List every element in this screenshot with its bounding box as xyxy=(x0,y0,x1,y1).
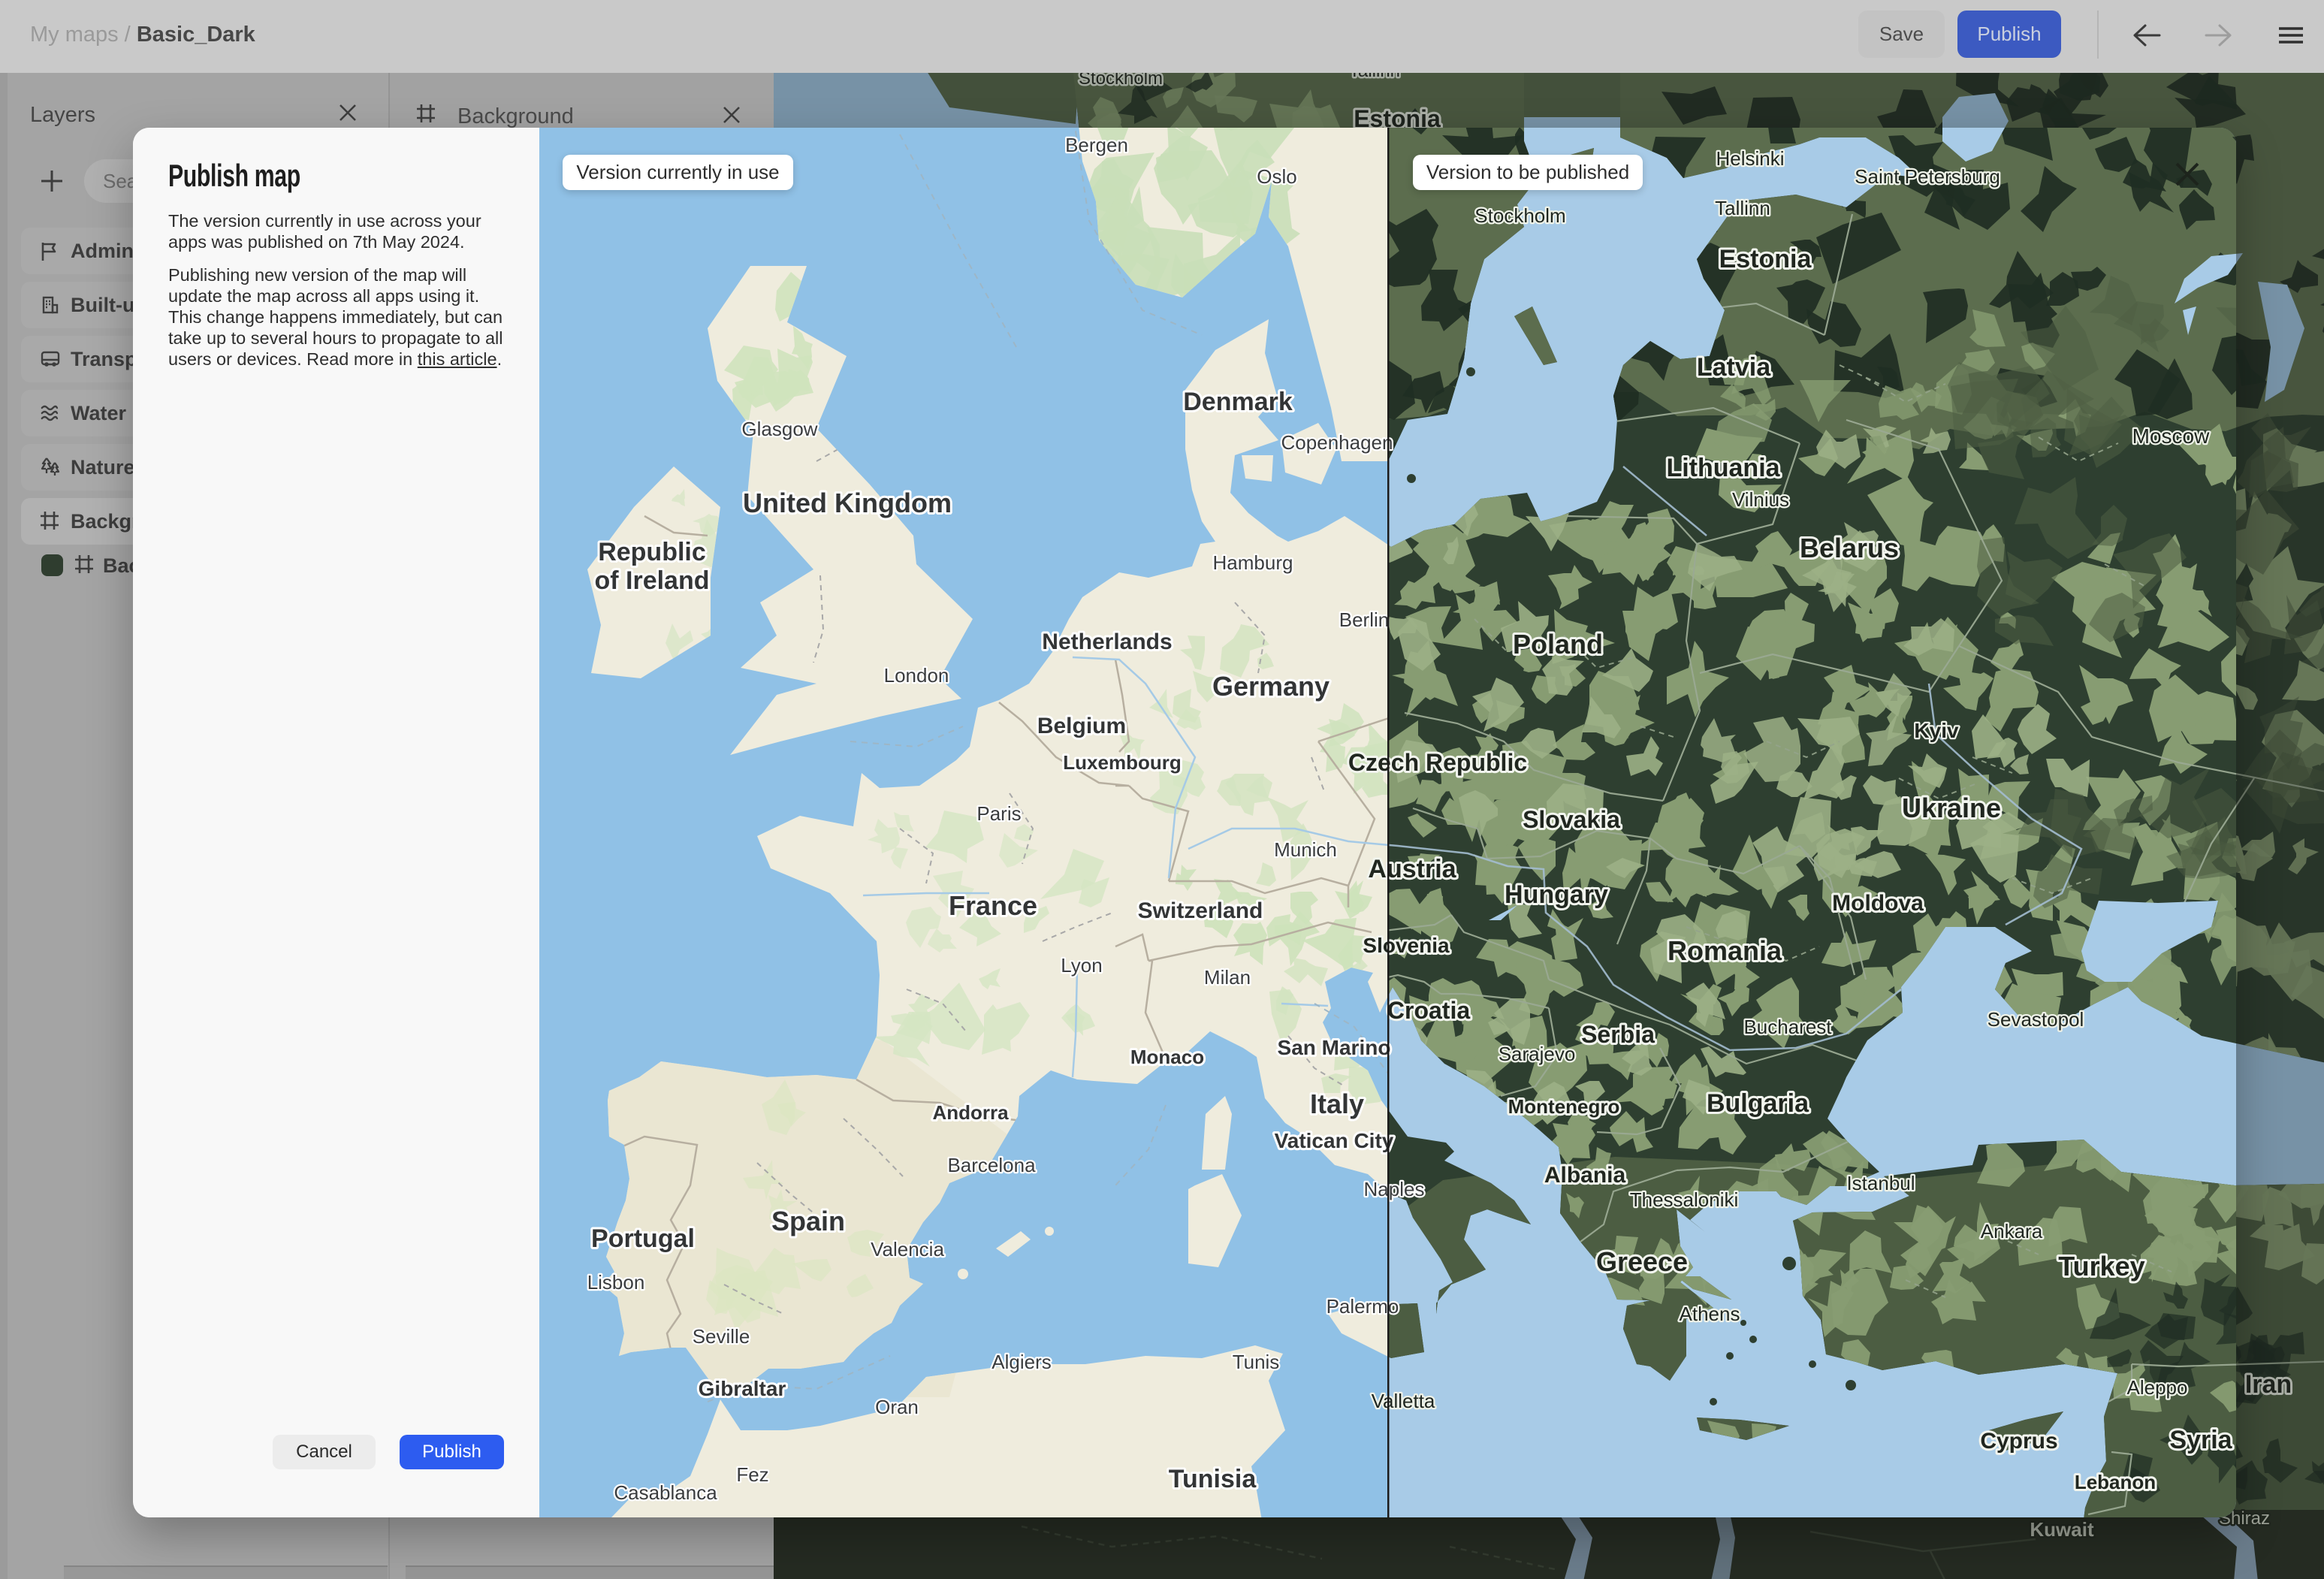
svg-text:Latvia: Latvia xyxy=(1697,353,1771,382)
svg-text:Spain: Spain xyxy=(771,1206,845,1236)
svg-text:Andorra: Andorra xyxy=(932,1101,1009,1124)
svg-text:Ukraine: Ukraine xyxy=(1902,793,2001,823)
svg-text:Gibraltar: Gibraltar xyxy=(699,1377,786,1400)
svg-text:Tunis: Tunis xyxy=(1233,1351,1280,1373)
svg-text:France: France xyxy=(949,890,1037,921)
svg-text:Ankara: Ankara xyxy=(1981,1220,2043,1242)
svg-text:Barcelona: Barcelona xyxy=(947,1154,1036,1176)
svg-text:Stockholm: Stockholm xyxy=(1474,204,1565,227)
svg-text:Portugal: Portugal xyxy=(591,1224,695,1253)
svg-text:Tallinn: Tallinn xyxy=(1715,197,1770,219)
svg-text:Vatican City: Vatican City xyxy=(1275,1129,1394,1152)
svg-text:London: London xyxy=(884,664,949,687)
svg-text:Aleppo: Aleppo xyxy=(2127,1376,2188,1399)
svg-text:Milan: Milan xyxy=(1204,966,1251,989)
svg-text:Moscow: Moscow xyxy=(2132,424,2210,448)
svg-text:Copenhagen: Copenhagen xyxy=(1281,431,1393,454)
svg-text:Kyiv: Kyiv xyxy=(1914,719,1959,742)
svg-text:Sarajevo: Sarajevo xyxy=(1499,1043,1576,1065)
svg-text:Cyprus: Cyprus xyxy=(1980,1429,2057,1454)
svg-text:Seville: Seville xyxy=(693,1325,750,1348)
svg-text:Austria: Austria xyxy=(1368,855,1456,883)
svg-text:Republic: Republic xyxy=(598,538,706,566)
svg-text:Romania: Romania xyxy=(1668,935,1782,966)
svg-text:Netherlands: Netherlands xyxy=(1042,629,1172,654)
svg-text:Bulgaria: Bulgaria xyxy=(1707,1089,1809,1118)
svg-text:Syria: Syria xyxy=(2169,1426,2232,1454)
svg-text:Fez: Fez xyxy=(736,1463,768,1486)
svg-text:Lisbon: Lisbon xyxy=(587,1271,645,1294)
svg-text:Vilnius: Vilnius xyxy=(1732,488,1789,511)
svg-text:Paris: Paris xyxy=(976,802,1021,825)
svg-text:Denmark: Denmark xyxy=(1183,388,1293,416)
svg-text:Estonia: Estonia xyxy=(1719,245,1812,273)
svg-text:Bergen: Bergen xyxy=(1065,134,1128,156)
svg-text:Belarus: Belarus xyxy=(1800,533,1899,563)
svg-text:Saint Petersburg: Saint Petersburg xyxy=(1855,165,2000,188)
svg-text:Oran: Oran xyxy=(875,1396,919,1418)
svg-text:Athens: Athens xyxy=(1680,1303,1740,1325)
svg-text:Serbia: Serbia xyxy=(1581,1021,1655,1048)
svg-text:San Marino: San Marino xyxy=(1278,1036,1391,1059)
svg-text:Belgium: Belgium xyxy=(1037,714,1126,738)
svg-text:Casablanca: Casablanca xyxy=(614,1481,717,1504)
svg-text:Hamburg: Hamburg xyxy=(1213,551,1293,574)
svg-text:Slovakia: Slovakia xyxy=(1523,806,1620,833)
svg-text:Poland: Poland xyxy=(1513,629,1603,660)
svg-text:Switzerland: Switzerland xyxy=(1138,898,1263,923)
svg-text:Croatia: Croatia xyxy=(1387,997,1470,1024)
svg-text:Sevastopol: Sevastopol xyxy=(1987,1008,2084,1031)
svg-text:Munich: Munich xyxy=(1274,838,1337,861)
svg-text:Lithuania: Lithuania xyxy=(1666,454,1780,482)
svg-text:Lyon: Lyon xyxy=(1061,954,1102,977)
svg-text:Tunisia: Tunisia xyxy=(1169,1465,1257,1493)
svg-text:Naples: Naples xyxy=(1364,1178,1425,1200)
svg-text:Monaco: Monaco xyxy=(1130,1046,1204,1068)
svg-text:United Kingdom: United Kingdom xyxy=(743,488,952,518)
svg-text:Hungary: Hungary xyxy=(1505,880,1608,909)
svg-text:Berlin: Berlin xyxy=(1339,608,1389,631)
svg-text:Slovenia: Slovenia xyxy=(1363,934,1450,957)
svg-text:Albania: Albania xyxy=(1544,1163,1626,1188)
svg-text:Oslo: Oslo xyxy=(1257,165,1296,188)
svg-text:Greece: Greece xyxy=(1596,1246,1688,1277)
svg-text:of Ireland: of Ireland xyxy=(594,566,709,595)
svg-text:Valletta: Valletta xyxy=(1372,1390,1435,1412)
svg-text:Czech Republic: Czech Republic xyxy=(1348,749,1527,776)
svg-text:Lebanon: Lebanon xyxy=(2075,1471,2156,1493)
svg-text:Montenegro: Montenegro xyxy=(1508,1095,1620,1118)
svg-text:Thessaloniki: Thessaloniki xyxy=(1630,1188,1739,1211)
svg-text:Algiers: Algiers xyxy=(991,1351,1051,1373)
svg-text:Germany: Germany xyxy=(1212,671,1330,702)
svg-text:Glasgow: Glasgow xyxy=(741,418,817,440)
svg-text:Istanbul: Istanbul xyxy=(1846,1172,1915,1194)
svg-text:Moldova: Moldova xyxy=(1832,891,1924,916)
svg-text:Helsinki: Helsinki xyxy=(1716,147,1784,170)
svg-text:Valencia: Valencia xyxy=(871,1238,944,1260)
svg-text:Turkey: Turkey xyxy=(2058,1251,2144,1282)
svg-text:Italy: Italy xyxy=(1310,1088,1364,1119)
svg-text:Bucharest: Bucharest xyxy=(1743,1016,1832,1038)
svg-text:Luxembourg: Luxembourg xyxy=(1063,751,1181,774)
